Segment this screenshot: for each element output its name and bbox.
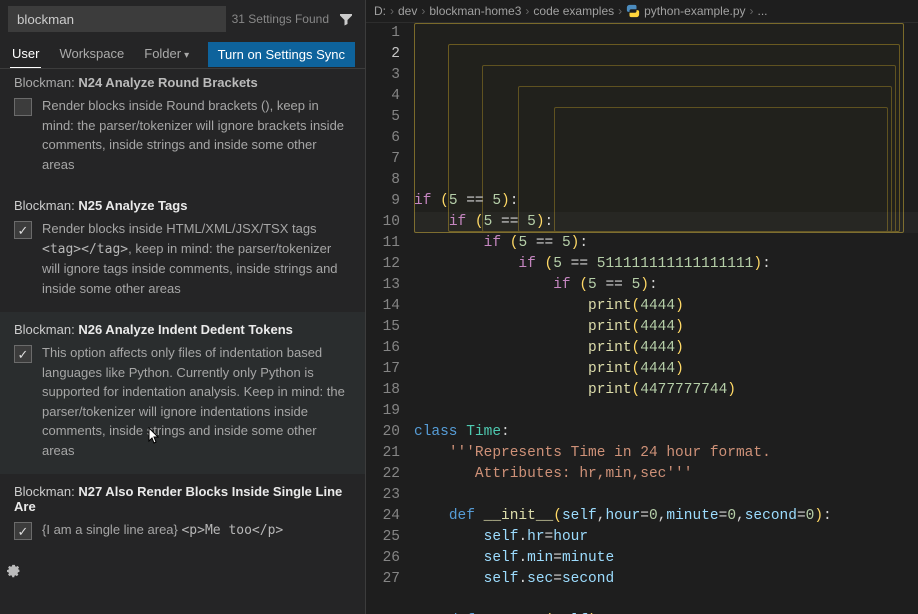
python-file-icon: [626, 4, 640, 18]
breadcrumb[interactable]: D:› dev› blockman-home3› code examples› …: [366, 0, 918, 23]
code-area[interactable]: 1234567891011121314151617181920212223242…: [366, 23, 918, 614]
code-lines[interactable]: if (5 == 5): if (5 == 5): if (5 == 5): i…: [414, 23, 918, 614]
setting-desc-n25: Render blocks inside HTML/XML/JSX/TSX ta…: [42, 219, 351, 298]
breadcrumb-part[interactable]: dev: [398, 4, 417, 18]
setting-item-n27: Blockman: N27 Also Render Blocks Inside …: [0, 474, 365, 555]
settings-results-count: 31 Settings Found: [232, 12, 329, 26]
checkbox-n26[interactable]: [14, 345, 32, 363]
setting-prefix: Blockman:: [14, 198, 75, 213]
setting-name: N26 Analyze Indent Dedent Tokens: [78, 322, 293, 337]
setting-item-n24: Render blocks inside Round brackets (), …: [0, 96, 365, 188]
filter-icon[interactable]: [335, 8, 357, 30]
setting-desc-n26: This option affects only files of indent…: [42, 343, 351, 460]
settings-sync-button[interactable]: Turn on Settings Sync: [208, 42, 355, 67]
settings-panel: 31 Settings Found User Workspace Folder▾…: [0, 0, 366, 614]
breadcrumb-part[interactable]: code examples: [533, 4, 614, 18]
setting-desc-n27: {I am a single line area} <p>Me too</p>: [42, 520, 283, 541]
chevron-down-icon: ▾: [184, 50, 189, 61]
breadcrumb-part[interactable]: ...: [758, 4, 768, 18]
setting-item-n24-title: Blockman: N24 Analyze Round Brackets: [0, 75, 365, 96]
breadcrumb-part[interactable]: blockman-home3: [429, 4, 521, 18]
settings-search-input[interactable]: [8, 6, 226, 32]
settings-list[interactable]: Blockman: N24 Analyze Round Brackets Ren…: [0, 69, 365, 614]
breadcrumb-part[interactable]: D:: [374, 4, 386, 18]
settings-search-row: 31 Settings Found: [0, 0, 365, 38]
tab-workspace[interactable]: Workspace: [57, 40, 126, 68]
tab-user[interactable]: User: [10, 40, 41, 68]
tab-folder[interactable]: Folder▾: [142, 40, 191, 68]
setting-prefix: Blockman:: [14, 484, 75, 499]
breadcrumb-part[interactable]: python-example.py: [644, 4, 745, 18]
setting-name: N25 Analyze Tags: [78, 198, 187, 213]
checkbox-n25[interactable]: [14, 221, 32, 239]
checkbox-n24[interactable]: [14, 98, 32, 116]
setting-item-n25: Blockman: N25 Analyze Tags Render blocks…: [0, 188, 365, 312]
settings-scope-tabs: User Workspace Folder▾ Turn on Settings …: [0, 38, 365, 69]
editor-panel: D:› dev› blockman-home3› code examples› …: [366, 0, 918, 614]
setting-desc-n24: Render blocks inside Round brackets (), …: [42, 96, 351, 174]
gear-icon[interactable]: [4, 562, 22, 583]
checkbox-n27[interactable]: [14, 522, 32, 540]
setting-prefix: Blockman:: [14, 322, 75, 337]
line-number-gutter: 1234567891011121314151617181920212223242…: [366, 23, 414, 614]
tab-folder-label: Folder: [144, 46, 181, 61]
setting-item-n26: Blockman: N26 Analyze Indent Dedent Toke…: [0, 312, 365, 474]
